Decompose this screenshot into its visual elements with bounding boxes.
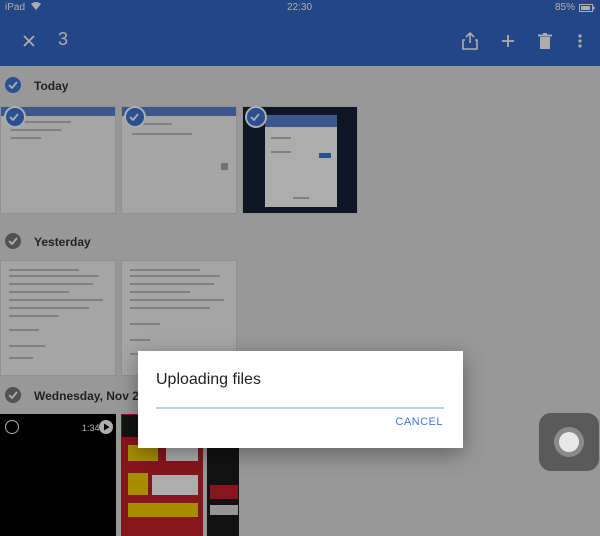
cancel-button[interactable]: CANCEL [395,416,443,428]
modal-scrim [0,0,600,536]
upload-dialog: Uploading files CANCEL [138,351,463,448]
assistive-touch-button[interactable] [539,413,599,471]
upload-progress-bar [156,407,444,409]
dialog-title: Uploading files [156,371,261,388]
